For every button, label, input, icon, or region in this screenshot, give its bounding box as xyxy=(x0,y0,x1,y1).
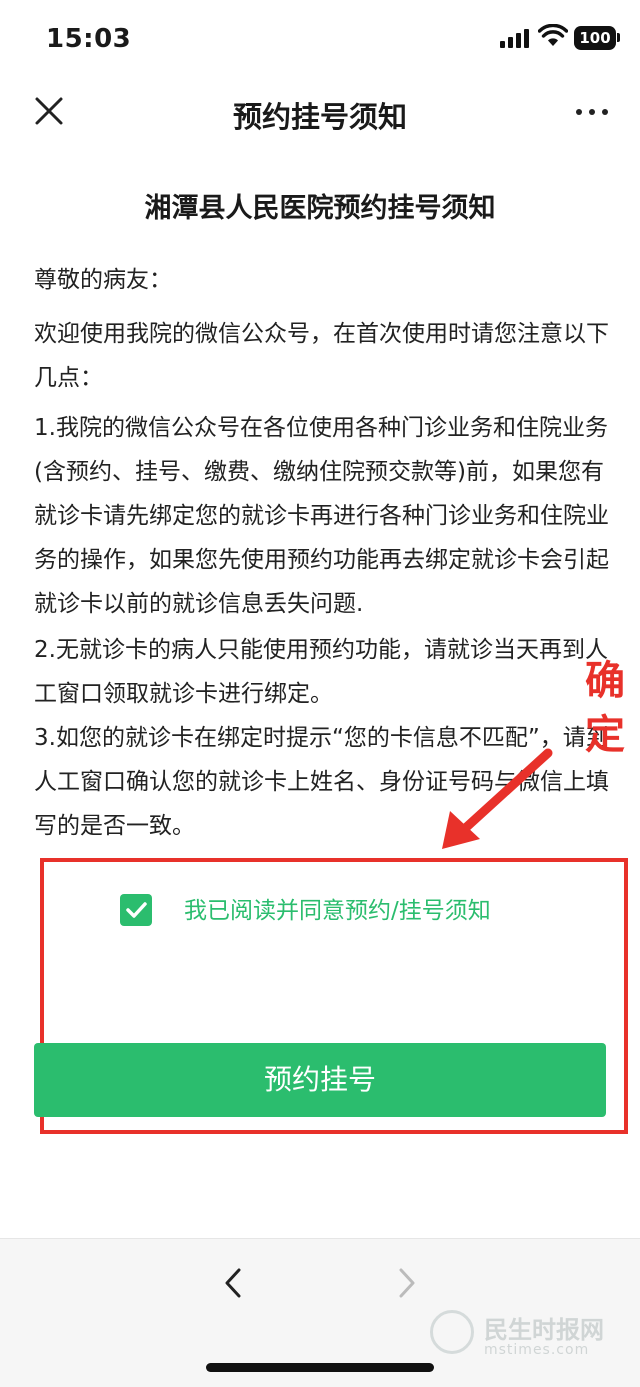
notice-greeting: 尊敬的病友： xyxy=(34,267,172,293)
status-bar: 15:03 100 xyxy=(0,0,640,80)
notice-title: 湘潭县人民医院预约挂号须知 xyxy=(144,193,496,224)
cellular-signal-icon xyxy=(500,28,530,48)
watermark-text: 民生时报网 xyxy=(484,1316,604,1344)
book-appointment-button[interactable]: 预约挂号 xyxy=(34,1043,606,1117)
close-icon[interactable] xyxy=(32,94,66,128)
notice-item-2: 2.无就诊卡的病人只能使用预约功能，请就诊当天再到人工窗口领取就诊卡进行绑定。 xyxy=(34,637,608,707)
watermark-logo: 民生时报网 mstimes.com xyxy=(430,1308,630,1368)
annotation-label: 确定 xyxy=(585,658,625,758)
battery-icon: 100 xyxy=(574,26,616,50)
notice-item-1: 1.我院的微信公众号在各位使用各种门诊业务和住院业务(含预约、挂号、缴费、缴纳住… xyxy=(34,415,609,617)
home-indicator[interactable] xyxy=(206,1363,434,1372)
notice-intro: 欢迎使用我院的微信公众号，在首次使用时请您注意以下几点： xyxy=(34,321,609,391)
battery-tip xyxy=(617,33,620,42)
agreement-label: 我已阅读并同意预约/挂号须知 xyxy=(184,898,491,924)
wifi-icon xyxy=(538,24,568,46)
back-arrow-icon[interactable] xyxy=(216,1265,252,1301)
more-options-icon[interactable] xyxy=(572,94,612,128)
page-title: 预约挂号须知 xyxy=(232,100,407,134)
watermark-circle-icon xyxy=(430,1310,474,1354)
agreement-checkbox[interactable] xyxy=(120,894,152,926)
forward-arrow-icon xyxy=(399,1268,415,1298)
nav-bar: 预约挂号须知 xyxy=(0,80,640,146)
checkmark-icon xyxy=(126,902,147,918)
status-time: 15:03 xyxy=(46,24,132,54)
watermark-subtext: mstimes.com xyxy=(484,1342,590,1358)
annotation-arrow-icon xyxy=(442,748,553,849)
